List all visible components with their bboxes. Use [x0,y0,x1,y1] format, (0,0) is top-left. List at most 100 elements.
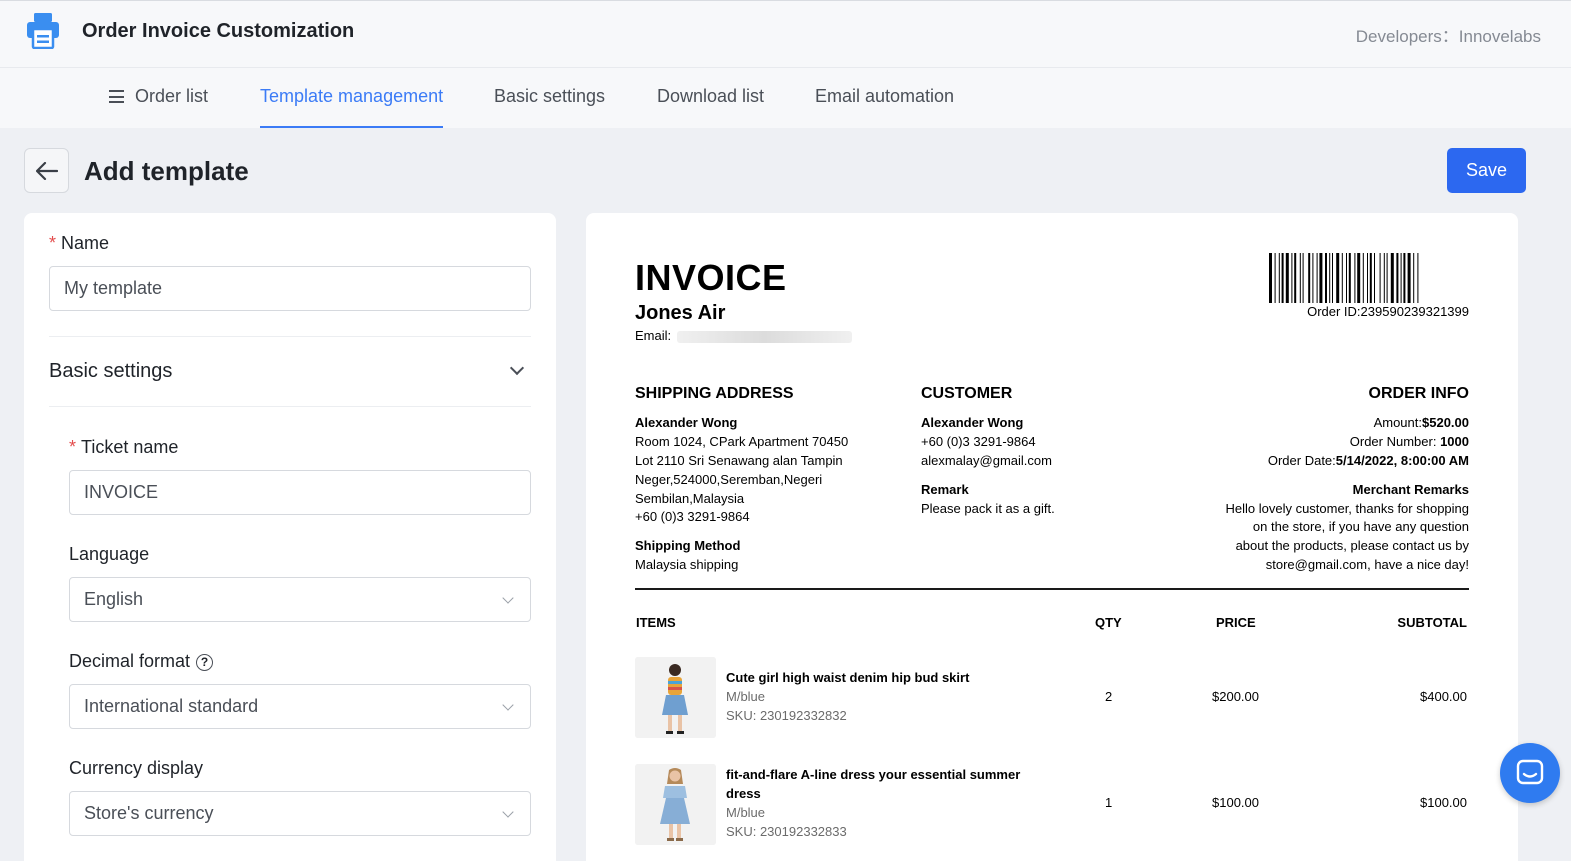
shipping-line4: Sembilan,Malaysia [635,491,745,506]
email-redacted [677,331,852,343]
shipping-method-value: Malaysia shipping [635,557,739,572]
order-amount: Amount:$520.00 [1374,413,1469,432]
developer-info: Developers：Innovelabs [1355,27,1541,46]
product-variant: M/blue [726,689,766,704]
divider [49,406,531,407]
product-subtotal: $100.00 [1420,795,1467,810]
required-mark: * [49,233,57,253]
order-id: Order ID:239590239321399 [1307,304,1469,319]
app-title: Order Invoice Customization [82,20,355,42]
help-icon[interactable]: ? [196,653,214,671]
product-price: $100.00 [1212,795,1259,810]
shipping-phone: +60 (0)3 3291-9864 [635,509,750,524]
tab-basic-settings[interactable]: Basic settings [494,86,605,128]
tab-order-list[interactable]: Order list [109,86,208,128]
ticket-name-label-text: Ticket name [81,437,179,457]
shipping-name: Alexander Wong [635,415,738,430]
tab-template-management[interactable]: Template management [260,86,444,128]
tab-email-automation[interactable]: Email automation [815,86,954,128]
language-label: Language [69,544,150,564]
product-image [635,657,716,738]
invoice-divider [635,588,1469,590]
language-select[interactable]: English [69,577,531,622]
shipping-line3: Neger,524000,Seremban,Negeri [635,472,823,487]
product-qty: 1 [1105,795,1113,810]
tab-download-list[interactable]: Download list [657,86,764,128]
product-price: $200.00 [1212,689,1259,704]
order-amount-label: Amount: [1373,415,1422,430]
merchant-remarks-line4: store@gmail.com, have a nice day! [1265,557,1469,572]
product-name-line1: fit-and-flare A-line dress your essentia… [726,767,1021,782]
menu-icon [109,90,124,103]
back-arrow-icon [35,161,58,180]
currency-display-value: Store's currency [84,803,214,823]
divider [49,336,531,337]
invoice-email-label: Email: [635,328,672,343]
name-label: * Name [49,233,109,254]
order-number-value: 1000 [1440,434,1469,449]
product-name: Cute girl high waist denim hip bud skirt [726,670,970,685]
chat-button[interactable] [1500,743,1560,803]
currency-display-label: Currency display [69,758,204,778]
back-button[interactable] [24,148,69,193]
page-title: Add template [84,156,249,186]
order-number-label: Order Number: [1349,434,1441,449]
main-nav: Order list Template management Basic set… [0,68,1571,128]
tab-order-list-label: Order list [135,86,209,106]
product-name-line2: dress [726,786,761,801]
ticket-name-input[interactable]: INVOICE [69,470,531,515]
shipping-line2: Lot 2110 Sri Senawang alan Tampin [635,453,843,468]
settings-panel: * Name My template Basic settings * Ticket… [24,213,556,861]
product-sku: SKU: 230192332832 [726,708,847,723]
invoice-preview: INVOICE Jones Air Email: Order ID:239590… [586,213,1518,861]
required-mark: * [69,437,77,457]
customer-phone: +60 (0)3 3291-9864 [921,434,1036,449]
product-subtotal: $400.00 [1420,689,1467,704]
customer-email: alexmalay@gmail.com [921,453,1052,468]
merchant-remarks-line1: Hello lovely customer, thanks for shoppi… [1225,501,1469,516]
barcode-icon [1269,253,1419,303]
language-value: English [84,589,144,609]
chevron-down-icon [502,806,514,818]
invoice-title: INVOICE [635,257,787,298]
items-header: ITEMS [636,615,676,630]
merchant-remarks-label: Merchant Remarks [1352,482,1469,497]
product-image [635,764,716,845]
customer-name: Alexander Wong [921,415,1024,430]
product-sku: SKU: 230192332833 [726,824,847,839]
name-input[interactable]: My template [49,266,531,311]
app-header: Order Invoice Customization Developers：I… [0,0,1571,68]
shipping-line1: Room 1024, CPark Apartment 70450 [635,434,849,449]
decimal-format-label: Decimal format? [69,651,214,672]
chat-icon [1516,759,1544,785]
ticket-name-label: * Ticket name [69,437,178,458]
product-variant: M/blue [726,805,766,820]
currency-display-select[interactable]: Store's currency [69,791,531,836]
remark-value: Please pack it as a gift. [921,501,1055,516]
save-button[interactable]: Save [1447,148,1526,193]
merchant-remarks-line3: about the products, please contact us by [1235,538,1469,553]
invoice-company: Jones Air [635,302,726,324]
order-number: Order Number: 1000 [1350,432,1469,451]
order-amount-value: $520.00 [1422,415,1469,430]
product-qty: 2 [1105,689,1113,704]
chevron-down-icon [502,699,514,711]
printer-icon [27,13,59,49]
customer-heading: CUSTOMER [921,385,1013,402]
order-date: Order Date:5/14/2022, 8:00:00 AM [1268,451,1469,470]
remark-label: Remark [921,482,969,497]
chevron-down-icon[interactable] [509,360,525,376]
decimal-format-label-text: Decimal format [69,651,191,671]
decimal-format-select[interactable]: International standard [69,684,531,729]
merchant-remarks-line2: on the store, if you have any question [1252,519,1469,534]
shipping-address-heading: SHIPPING ADDRESS [635,385,794,402]
subtotal-header: SUBTOTAL [1397,615,1467,630]
basic-settings-section-title: Basic settings [49,360,173,382]
name-label-text: Name [61,233,110,253]
chevron-down-icon [502,592,514,604]
shipping-method-label: Shipping Method [635,538,741,553]
qty-header: QTY [1095,615,1122,630]
price-header: PRICE [1216,615,1256,630]
decimal-format-value: International standard [84,696,259,716]
order-date-label: Order Date: [1267,453,1336,468]
